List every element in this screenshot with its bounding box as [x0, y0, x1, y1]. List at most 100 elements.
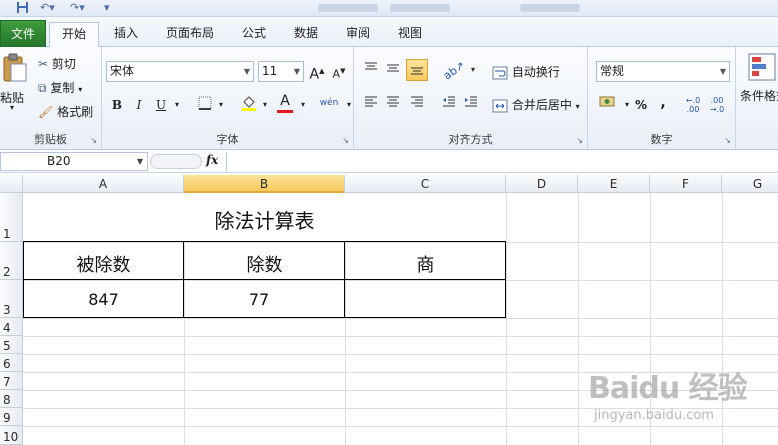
decrease-indent-button[interactable] — [440, 95, 458, 113]
tab-data[interactable]: 数据 — [288, 22, 324, 46]
column-header-b[interactable]: B — [184, 175, 345, 193]
row-header-4[interactable]: 4 — [0, 318, 23, 336]
font-name-select[interactable]: 宋体 ▼ — [106, 61, 254, 82]
tab-insert[interactable]: 插入 — [108, 22, 144, 46]
chevron-down-icon[interactable]: ▾ — [256, 96, 274, 114]
gridline — [23, 242, 778, 243]
tab-review[interactable]: 审阅 — [340, 22, 376, 46]
align-center-button[interactable] — [384, 95, 402, 113]
row-header-3[interactable]: 3 — [0, 280, 23, 318]
undo-icon[interactable]: ↶▾ — [40, 1, 55, 15]
row-header-8[interactable]: 8 — [0, 390, 23, 408]
row-header-5[interactable]: 5 — [0, 336, 23, 354]
dialog-launcher-icon[interactable]: ↘ — [724, 136, 731, 145]
font-size-select[interactable]: 11 ▼ — [258, 61, 304, 82]
align-middle-button[interactable] — [384, 61, 402, 79]
conditional-format-button[interactable]: 条件格式 — [740, 87, 778, 104]
tab-view[interactable]: 视图 — [392, 22, 428, 46]
align-right-button[interactable] — [408, 95, 426, 113]
sheet-title: 除法计算表 — [214, 209, 315, 233]
formula-input[interactable] — [226, 152, 778, 171]
italic-button[interactable]: I — [130, 96, 148, 114]
increase-decimal-button[interactable]: ←.0 .00 — [682, 96, 704, 114]
column-header-f[interactable]: F — [650, 175, 722, 193]
align-top-button[interactable] — [362, 61, 380, 79]
tab-page-layout[interactable]: 页面布局 — [160, 22, 220, 46]
insert-function-button[interactable]: fx — [206, 153, 218, 167]
wrap-text-icon — [492, 66, 508, 79]
copy-button[interactable]: ⧉ 复制 ▾ — [38, 79, 82, 96]
chevron-down-icon: ▾ — [575, 102, 580, 111]
grow-font-button[interactable]: A▲ — [308, 62, 326, 83]
align-center-icon — [387, 96, 399, 107]
alignment-group-label: 对齐方式 — [448, 133, 493, 146]
decrease-indent-icon — [443, 96, 455, 107]
column-header-d[interactable]: D — [506, 175, 578, 193]
row-header-7[interactable]: 7 — [0, 372, 23, 390]
table-border — [23, 317, 506, 318]
cut-button[interactable]: ✂ 剪切 — [38, 55, 76, 72]
format-painter-button[interactable]: 🖌 格式刷 — [38, 103, 93, 120]
row-header-10[interactable]: 10 — [0, 426, 23, 445]
chevron-down-icon[interactable]: ▾ — [168, 96, 186, 114]
row-header-6[interactable]: 6 — [0, 354, 23, 372]
name-box[interactable]: B20 ▼ — [0, 152, 148, 171]
cell-b2[interactable]: 除数 — [184, 251, 345, 277]
tab-home[interactable]: 开始 — [49, 22, 99, 48]
formula-bar-splitter[interactable] — [150, 154, 202, 169]
copy-icon: ⧉ — [38, 81, 47, 95]
cell-a3[interactable]: 847 — [23, 290, 184, 309]
cell-b3[interactable]: 77 — [184, 290, 334, 309]
chevron-down-icon[interactable]: ▾ — [464, 61, 482, 79]
tab-formulas[interactable]: 公式 — [236, 22, 272, 46]
clipboard-group-label: 剪贴板 — [34, 133, 67, 146]
decrease-decimal-button[interactable]: .00 →.0 — [706, 96, 728, 114]
gridline — [506, 193, 507, 445]
font-color-button[interactable]: A — [276, 92, 294, 113]
increase-indent-button[interactable] — [462, 95, 480, 113]
tab-file[interactable]: 文件 — [0, 20, 46, 47]
align-bottom-button[interactable] — [406, 59, 428, 81]
redo-icon[interactable]: ↷▾ — [70, 1, 85, 15]
paste-button[interactable] — [0, 53, 30, 83]
cell-a2[interactable]: 被除数 — [23, 251, 184, 277]
number-format-select[interactable]: 常规 ▼ — [596, 61, 730, 82]
ribbon-tab-bar: 文件 开始 插入 页面布局 公式 数据 审阅 视图 — [0, 17, 778, 48]
row-header-1[interactable]: 1 — [0, 193, 23, 242]
format-painter-label: 格式刷 — [57, 105, 94, 119]
comma-button[interactable]: , — [654, 94, 672, 112]
column-header-e[interactable]: E — [578, 175, 650, 193]
save-icon[interactable] — [16, 1, 29, 15]
column-header-a[interactable]: A — [23, 175, 184, 193]
dialog-launcher-icon[interactable]: ↘ — [576, 136, 583, 145]
bold-button[interactable]: B — [108, 96, 126, 114]
orientation-button[interactable]: ab↗ — [441, 59, 467, 83]
chevron-down-icon: ▾ — [78, 85, 83, 94]
chevron-down-icon[interactable]: ▾ — [294, 96, 312, 114]
cell-c2[interactable]: 商 — [345, 251, 506, 277]
phonetic-button[interactable]: wén — [318, 94, 340, 112]
dialog-launcher-icon[interactable]: ↘ — [342, 136, 349, 145]
merge-center-button[interactable]: 合并后居中 ▾ — [492, 96, 580, 113]
select-all-corner[interactable] — [0, 175, 23, 193]
chevron-down-icon[interactable]: ▾ — [212, 96, 230, 114]
watermark-logo: Baidu 经验 — [588, 371, 748, 406]
gridline — [23, 354, 778, 355]
merge-cells-icon — [492, 99, 508, 112]
number-format-value: 常规 — [600, 64, 625, 78]
wrap-text-button[interactable]: 自动换行 — [492, 63, 560, 80]
ribbon: 粘贴 ▾ ✂ 剪切 ⧉ 复制 ▾ 🖌 格式刷 剪贴板 ↘ 宋体 ▼ 11 ▼ A… — [0, 47, 778, 150]
column-header-g[interactable]: G — [722, 175, 778, 193]
align-middle-icon — [387, 64, 399, 72]
percent-button[interactable]: % — [632, 96, 650, 114]
align-left-button[interactable] — [362, 95, 380, 113]
row-header-2[interactable]: 2 — [0, 242, 23, 280]
column-header-c[interactable]: C — [345, 175, 506, 193]
dialog-launcher-icon[interactable]: ↘ — [90, 136, 97, 145]
paste-dropdown-icon[interactable]: ▾ — [10, 103, 14, 112]
accounting-format-button[interactable] — [598, 95, 618, 113]
shrink-font-button[interactable]: A▼ — [330, 62, 348, 81]
customize-qat-icon[interactable]: ▾ — [104, 1, 110, 15]
conditional-format-icon[interactable] — [748, 53, 776, 84]
row-header-9[interactable]: 9 — [0, 408, 23, 426]
